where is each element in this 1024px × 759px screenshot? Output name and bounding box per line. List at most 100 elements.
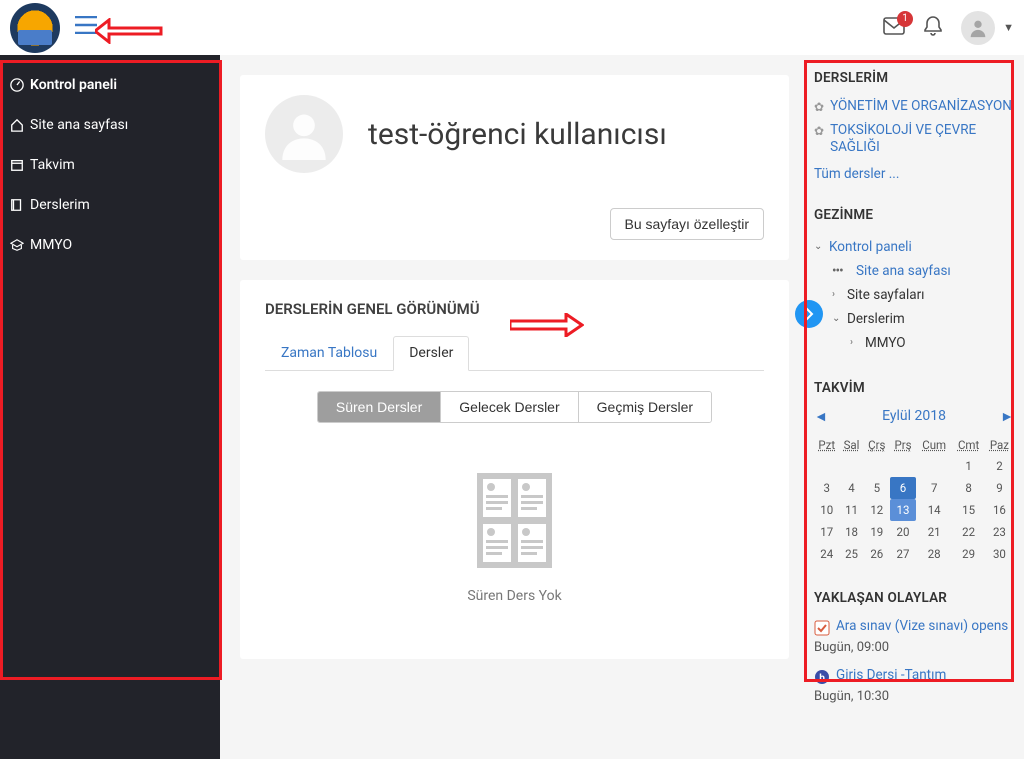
cal-day-cell[interactable]: 18 [839, 521, 863, 543]
block-calendar: TAKVİM ◄ Eylül 2018 ► PztSalÇrşPrşCumCmt… [814, 380, 1014, 565]
sidebar: Kontrol paneli Site ana sayfası Takvim D… [0, 55, 220, 759]
cal-day-cell[interactable]: 3 [814, 477, 839, 499]
customize-page-button[interactable]: Bu sayfayı özelleştir [610, 208, 765, 240]
cal-day-header: Pzt [814, 435, 839, 455]
profile-card: test-öğrenci kullanıcısı Bu sayfayı özel… [240, 75, 789, 260]
cal-day-cell[interactable]: 2 [985, 455, 1014, 477]
nav-home[interactable]: ••• Site ana sayfası [814, 259, 1014, 283]
quiz-icon [814, 620, 830, 636]
cal-day-cell [916, 455, 952, 477]
expand-icon: › [850, 337, 860, 348]
course-link-item[interactable]: ✿ YÖNETİM VE ORGANİZASYON [814, 98, 1014, 116]
nav-mycourses[interactable]: ⌄Derslerim [814, 307, 1014, 331]
cal-day-header: Cmt [952, 435, 984, 455]
block-title: GEZİNME [814, 207, 1014, 223]
block-title: YAKLAŞAN OLAYLAR [814, 590, 1014, 606]
profile-avatar [265, 95, 343, 173]
cal-day-cell[interactable]: 9 [985, 477, 1014, 499]
cal-day-header: Prş [890, 435, 916, 455]
course-link-label[interactable]: YÖNETİM VE ORGANİZASYON [830, 98, 1012, 116]
calendar-grid: PztSalÇrşPrşCumCmtPaz 123456789101112131… [814, 435, 1014, 565]
tab-courses[interactable]: Dersler [393, 336, 469, 371]
annotation-arrow [95, 18, 163, 48]
menu-toggle-icon[interactable] [75, 15, 97, 40]
cal-prev-icon[interactable]: ◄ [814, 408, 828, 425]
cal-day-cell[interactable]: 27 [890, 543, 916, 565]
calendar-icon [10, 158, 24, 172]
cal-day-cell[interactable]: 19 [864, 521, 890, 543]
sidebar-item-home[interactable]: Site ana sayfası [0, 105, 220, 145]
sidebar-item-dashboard[interactable]: Kontrol paneli [0, 65, 220, 105]
filter-past[interactable]: Geçmiş Dersler [579, 392, 711, 422]
block-my-courses: DERSLERİM ✿ YÖNETİM VE ORGANİZASYON ✿ TO… [814, 70, 1014, 182]
cal-day-cell[interactable]: 6 [890, 477, 916, 499]
cal-day-header: Sal [839, 435, 863, 455]
right-drawer-toggle[interactable] [795, 300, 823, 328]
nav-dashboard[interactable]: ⌄Kontrol paneli [814, 235, 1014, 259]
graduation-cap-icon [10, 238, 24, 252]
cal-day-cell[interactable]: 26 [864, 543, 890, 565]
nav-mmyo[interactable]: ›MMYO [814, 331, 1014, 355]
cal-day-cell[interactable]: 4 [839, 477, 863, 499]
cal-next-icon[interactable]: ► [1000, 408, 1014, 425]
tab-timeline[interactable]: Zaman Tablosu [265, 336, 393, 370]
event-time: Bugün, 09:00 [814, 640, 1014, 655]
filter-future[interactable]: Gelecek Dersler [441, 392, 578, 422]
sidebar-item-mmyo[interactable]: MMYO [0, 225, 220, 265]
sidebar-label: Takvim [30, 157, 75, 173]
cal-day-cell[interactable]: 13 [890, 499, 916, 521]
cal-day-cell[interactable]: 16 [985, 499, 1014, 521]
cal-day-cell[interactable]: 30 [985, 543, 1014, 565]
cal-day-cell[interactable]: 15 [952, 499, 984, 521]
cal-day-cell[interactable]: 28 [916, 543, 952, 565]
user-menu-caret-icon[interactable]: ▼ [1003, 21, 1014, 34]
user-avatar[interactable] [961, 11, 995, 45]
sidebar-item-mycourses[interactable]: Derslerim [0, 185, 220, 225]
block-title: DERSLERİM [814, 70, 1014, 86]
cal-day-cell[interactable]: 5 [864, 477, 890, 499]
event-item[interactable]: b Giriş Dersi -Tantım [814, 667, 1014, 685]
cal-day-cell[interactable]: 12 [864, 499, 890, 521]
cal-day-cell[interactable]: 14 [916, 499, 952, 521]
block-title: TAKVİM [814, 380, 1014, 396]
block-navigation: GEZİNME ⌄Kontrol paneli ••• Site ana say… [814, 207, 1014, 355]
event-link[interactable]: Ara sınav (Vize sınavı) opens [836, 618, 1008, 636]
cal-day-cell[interactable]: 25 [839, 543, 863, 565]
cal-month-link[interactable]: Eylül 2018 [882, 408, 946, 424]
block-upcoming: YAKLAŞAN OLAYLAR Ara sınav (Vize sınavı)… [814, 590, 1014, 704]
unread-badge: 1 [897, 11, 913, 27]
cal-day-cell[interactable]: 24 [814, 543, 839, 565]
cal-day-cell[interactable]: 17 [814, 521, 839, 543]
all-courses-link[interactable]: Tüm dersler ... [814, 166, 899, 182]
cal-day-cell[interactable]: 10 [814, 499, 839, 521]
cal-day-cell[interactable]: 1 [952, 455, 984, 477]
nav-sitepages[interactable]: ›Site sayfaları [814, 283, 1014, 307]
course-link-label[interactable]: TOKSİKOLOJİ VE ÇEVRE SAĞLIĞI [830, 122, 1014, 157]
filter-inprogress[interactable]: Süren Dersler [318, 392, 441, 422]
event-link[interactable]: Giriş Dersi -Tantım [836, 667, 946, 685]
gear-icon: ✿ [814, 100, 824, 114]
cal-day-cell [839, 455, 863, 477]
gauge-icon [10, 78, 24, 92]
sidebar-label: Site ana sayfası [30, 117, 128, 133]
cal-day-cell[interactable]: 8 [952, 477, 984, 499]
sidebar-item-calendar[interactable]: Takvim [0, 145, 220, 185]
cal-day-cell[interactable]: 22 [952, 521, 984, 543]
cal-day-cell[interactable]: 20 [890, 521, 916, 543]
expand-icon: ⌄ [814, 241, 824, 252]
cal-day-cell[interactable]: 11 [839, 499, 863, 521]
bigbluebutton-icon: b [814, 669, 830, 685]
notifications-icon[interactable] [923, 15, 943, 41]
course-link-item[interactable]: ✿ TOKSİKOLOJİ VE ÇEVRE SAĞLIĞI [814, 122, 1014, 157]
expand-icon: ⌄ [832, 313, 842, 324]
event-item[interactable]: Ara sınav (Vize sınavı) opens [814, 618, 1014, 636]
event-time: Bugün, 10:30 [814, 689, 1014, 704]
site-logo[interactable] [10, 3, 60, 53]
cal-day-cell[interactable]: 7 [916, 477, 952, 499]
page-title: test-öğrenci kullanıcısı [368, 117, 667, 152]
messages-icon[interactable]: 1 [883, 17, 905, 39]
cal-day-cell[interactable]: 23 [985, 521, 1014, 543]
cal-day-cell[interactable]: 21 [916, 521, 952, 543]
gear-icon: ✿ [814, 124, 824, 138]
cal-day-cell[interactable]: 29 [952, 543, 984, 565]
